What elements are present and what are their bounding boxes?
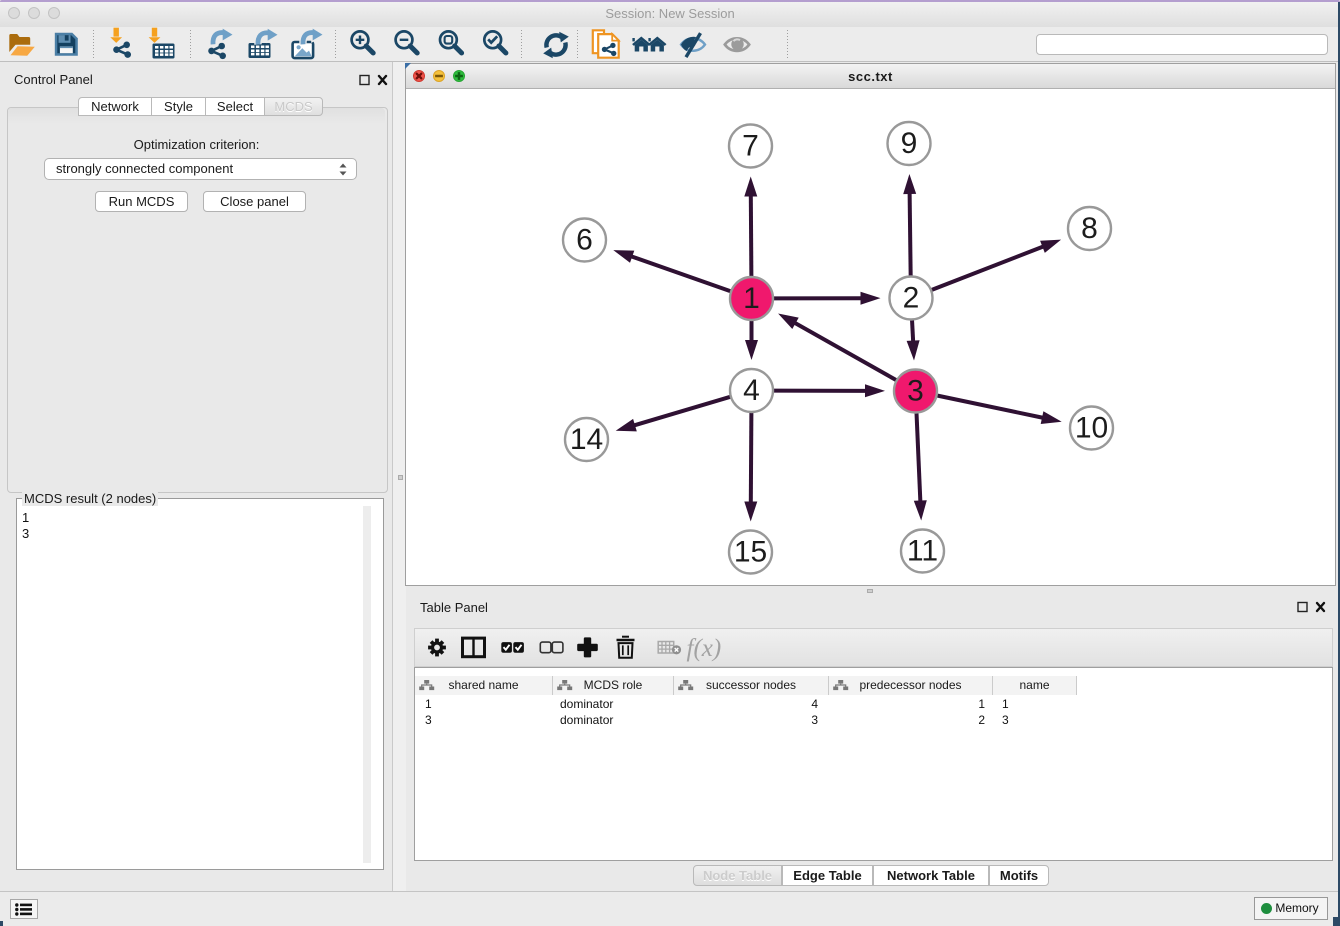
- svg-text:2: 2: [903, 282, 920, 315]
- svg-text:7: 7: [742, 130, 759, 163]
- svg-text:1: 1: [743, 282, 760, 315]
- svg-text:6: 6: [576, 224, 593, 257]
- svg-text:9: 9: [901, 127, 918, 160]
- svg-text:14: 14: [570, 423, 603, 456]
- svg-text:15: 15: [734, 536, 767, 569]
- svg-text:4: 4: [743, 374, 760, 407]
- svg-text:3: 3: [907, 375, 924, 408]
- svg-text:10: 10: [1075, 412, 1108, 445]
- svg-text:f(x): f(x): [687, 635, 722, 662]
- svg-text:11: 11: [907, 535, 938, 568]
- svg-text:8: 8: [1081, 212, 1098, 245]
